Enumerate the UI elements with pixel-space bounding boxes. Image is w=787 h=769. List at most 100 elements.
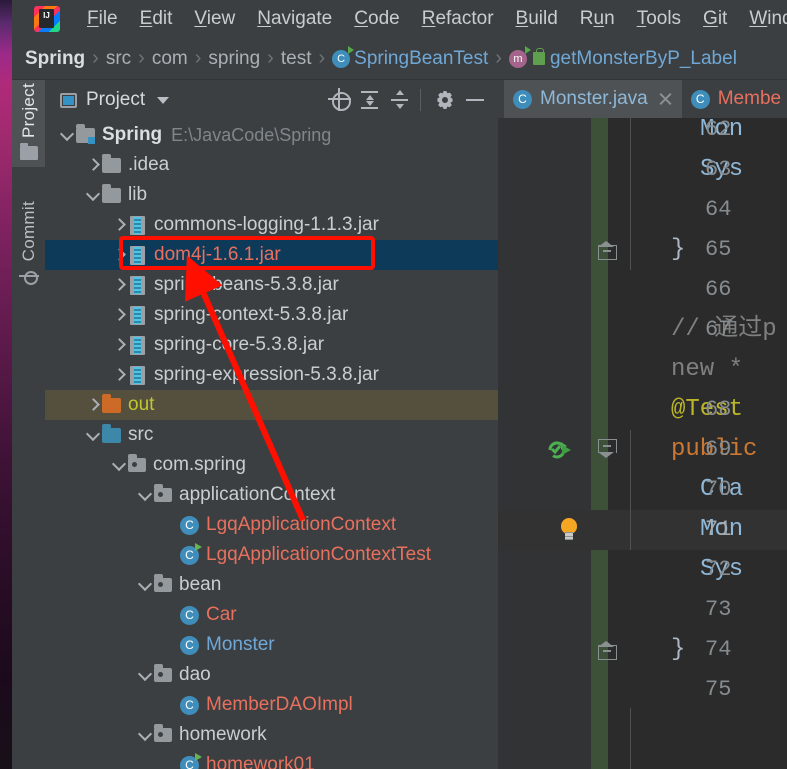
menu-item-run[interactable]: Run — [569, 6, 626, 32]
menu-item-file[interactable]: File — [76, 6, 129, 32]
jar-icon — [130, 245, 145, 265]
menu-item-tools[interactable]: Tools — [626, 6, 692, 32]
chevron-down-icon[interactable] — [136, 660, 154, 690]
tree-node-label: homework — [179, 724, 267, 745]
folder-icon — [102, 183, 121, 203]
tree-node-homework01[interactable]: homework01 — [45, 750, 498, 769]
breadcrumb-separator: › — [318, 47, 326, 69]
line-number: 71 — [705, 517, 732, 542]
tree-node-lgqapplicationcontext[interactable]: LgqApplicationContext — [45, 510, 498, 540]
chevron-right-icon[interactable] — [110, 270, 128, 300]
chevron-right-icon[interactable] — [110, 300, 128, 330]
tree-node-applicationcontext[interactable]: applicationContext — [45, 480, 498, 510]
breadcrumb-separator: › — [495, 47, 502, 69]
breadcrumb-item-com[interactable]: com — [152, 48, 188, 70]
tree-node-com-spring[interactable]: com.spring — [45, 450, 498, 480]
breadcrumb-label: src — [105, 47, 132, 69]
jar-icon — [130, 335, 145, 355]
project-panel-title: Project — [86, 89, 146, 110]
breadcrumb-item-spring[interactable]: spring — [208, 48, 260, 70]
collapse-all-button[interactable] — [387, 87, 413, 113]
jar-icon — [130, 215, 145, 235]
tree-node-spring-core-5-3-8-jar[interactable]: spring-core-5.3.8.jar — [45, 330, 498, 360]
expand-all-button[interactable] — [357, 87, 383, 113]
code-area[interactable]: Mon Sys}// 通过p new * @Test public Cla Mon Sys} … — [498, 110, 787, 769]
menu-item-build[interactable]: Build — [505, 6, 569, 32]
tree-node-dom4j-1-6-1-jar[interactable]: dom4j-1.6.1.jar — [45, 240, 498, 270]
tree-node-commons-logging-1-1-3-jar[interactable]: commons-logging-1.1.3.jar — [45, 210, 498, 240]
toolbar-divider — [420, 89, 421, 111]
breadcrumb-item-src[interactable]: src — [106, 48, 131, 70]
tree-node-car[interactable]: Car — [45, 600, 498, 630]
tree-node-spring-expression-5-3-8-jar[interactable]: spring-expression-5.3.8.jar — [45, 360, 498, 390]
chevron-right-icon[interactable] — [84, 150, 102, 180]
tree-node-lgqapplicationcontexttest[interactable]: LgqApplicationContextTest — [45, 540, 498, 570]
tree-node-src[interactable]: src — [45, 420, 498, 450]
gear-icon[interactable] — [432, 87, 458, 113]
chevron-right-icon[interactable] — [110, 210, 128, 240]
tree-node-homework[interactable]: homework — [45, 720, 498, 750]
chevron-right-icon[interactable] — [110, 330, 128, 360]
chevron-down-icon[interactable] — [110, 450, 128, 480]
menu-item-refactor[interactable]: Refactor — [411, 6, 505, 32]
tree-node-label: spring-beans-5.3.8.jar — [154, 274, 339, 295]
tree-node-bean[interactable]: bean — [45, 570, 498, 600]
chevron-down-icon[interactable] — [58, 120, 76, 150]
intention-bulb-icon[interactable] — [556, 510, 582, 550]
tree-node-lib[interactable]: lib — [45, 180, 498, 210]
code-fold-marker[interactable] — [597, 630, 617, 670]
run-test-gutter-icon[interactable] — [546, 430, 578, 470]
editor-tab-label: Membe — [717, 88, 782, 109]
menu-item-view[interactable]: View — [183, 6, 246, 32]
menu-item-code[interactable]: Code — [343, 6, 410, 32]
chevron-down-icon[interactable] — [136, 480, 154, 510]
package-icon — [154, 484, 172, 502]
chevron-down-icon[interactable] — [136, 720, 154, 750]
class-runnable-icon — [180, 752, 202, 769]
package-icon — [128, 454, 146, 472]
chevron-down-icon[interactable] — [157, 96, 170, 104]
close-icon[interactable] — [658, 92, 673, 107]
code-fold-marker[interactable] — [597, 430, 617, 470]
chevron-down-icon[interactable] — [136, 570, 154, 600]
breadcrumb-item-springbeantest[interactable]: SpringBeanTest — [332, 45, 488, 70]
chevron-down-icon[interactable] — [84, 420, 102, 450]
line-number: 62 — [705, 117, 732, 142]
editor-tab-monster-java[interactable]: Monster.java — [504, 80, 682, 118]
tree-node-label: .idea — [128, 154, 170, 175]
class-runnable-icon — [180, 542, 202, 565]
tree-node-monster[interactable]: Monster — [45, 630, 498, 660]
tree-node-label: dom4j-1.6.1.jar — [154, 244, 281, 265]
tree-node-memberdaoimpl[interactable]: MemberDAOImpl — [45, 690, 498, 720]
hide-panel-button[interactable] — [462, 87, 488, 113]
chevron-right-icon[interactable] — [110, 240, 128, 270]
package-icon — [154, 574, 172, 592]
breadcrumb-item-getmonsterbyp-label[interactable]: getMonsterByP_Label — [508, 45, 737, 70]
stripe-tab-commit-label: Commit — [18, 201, 38, 262]
menu-item-git[interactable]: Git — [692, 6, 738, 32]
tree-node--idea[interactable]: .idea — [45, 150, 498, 180]
intellij-idea-window: FileEditViewNavigateCodeRefactorBuildRun… — [0, 0, 787, 769]
tree-node-spring[interactable]: Spring E:\JavaCode\Spring — [45, 120, 498, 150]
menu-item-window[interactable]: Window — [738, 6, 787, 32]
tree-node-path: E:\JavaCode\Spring — [171, 124, 332, 145]
tree-node-label: Monster — [206, 634, 275, 655]
breadcrumb-separator: › — [194, 47, 202, 69]
code-fold-marker[interactable] — [597, 230, 617, 270]
tree-node-spring-context-5-3-8-jar[interactable]: spring-context-5.3.8.jar — [45, 300, 498, 330]
chevron-right-icon[interactable] — [110, 360, 128, 390]
chevron-right-icon[interactable] — [84, 390, 102, 420]
tree-node-out[interactable]: out — [45, 390, 498, 420]
menu-item-navigate[interactable]: Navigate — [246, 6, 343, 32]
tree-node-dao[interactable]: dao — [45, 660, 498, 690]
breadcrumb-item-test[interactable]: test — [281, 48, 312, 70]
stripe-tab-project[interactable]: Project — [12, 80, 45, 168]
select-opened-file-button[interactable] — [327, 87, 353, 113]
project-tool-window: Project Spring E:\JavaCode\Spring .idea lib… — [45, 80, 498, 769]
stripe-tab-commit[interactable]: Commit — [12, 198, 45, 290]
breadcrumb-item-spring[interactable]: Spring — [25, 48, 85, 70]
tree-node-spring-beans-5-3-8-jar[interactable]: spring-beans-5.3.8.jar — [45, 270, 498, 300]
chevron-down-icon[interactable] — [84, 180, 102, 210]
menu-item-edit[interactable]: Edit — [129, 6, 184, 32]
